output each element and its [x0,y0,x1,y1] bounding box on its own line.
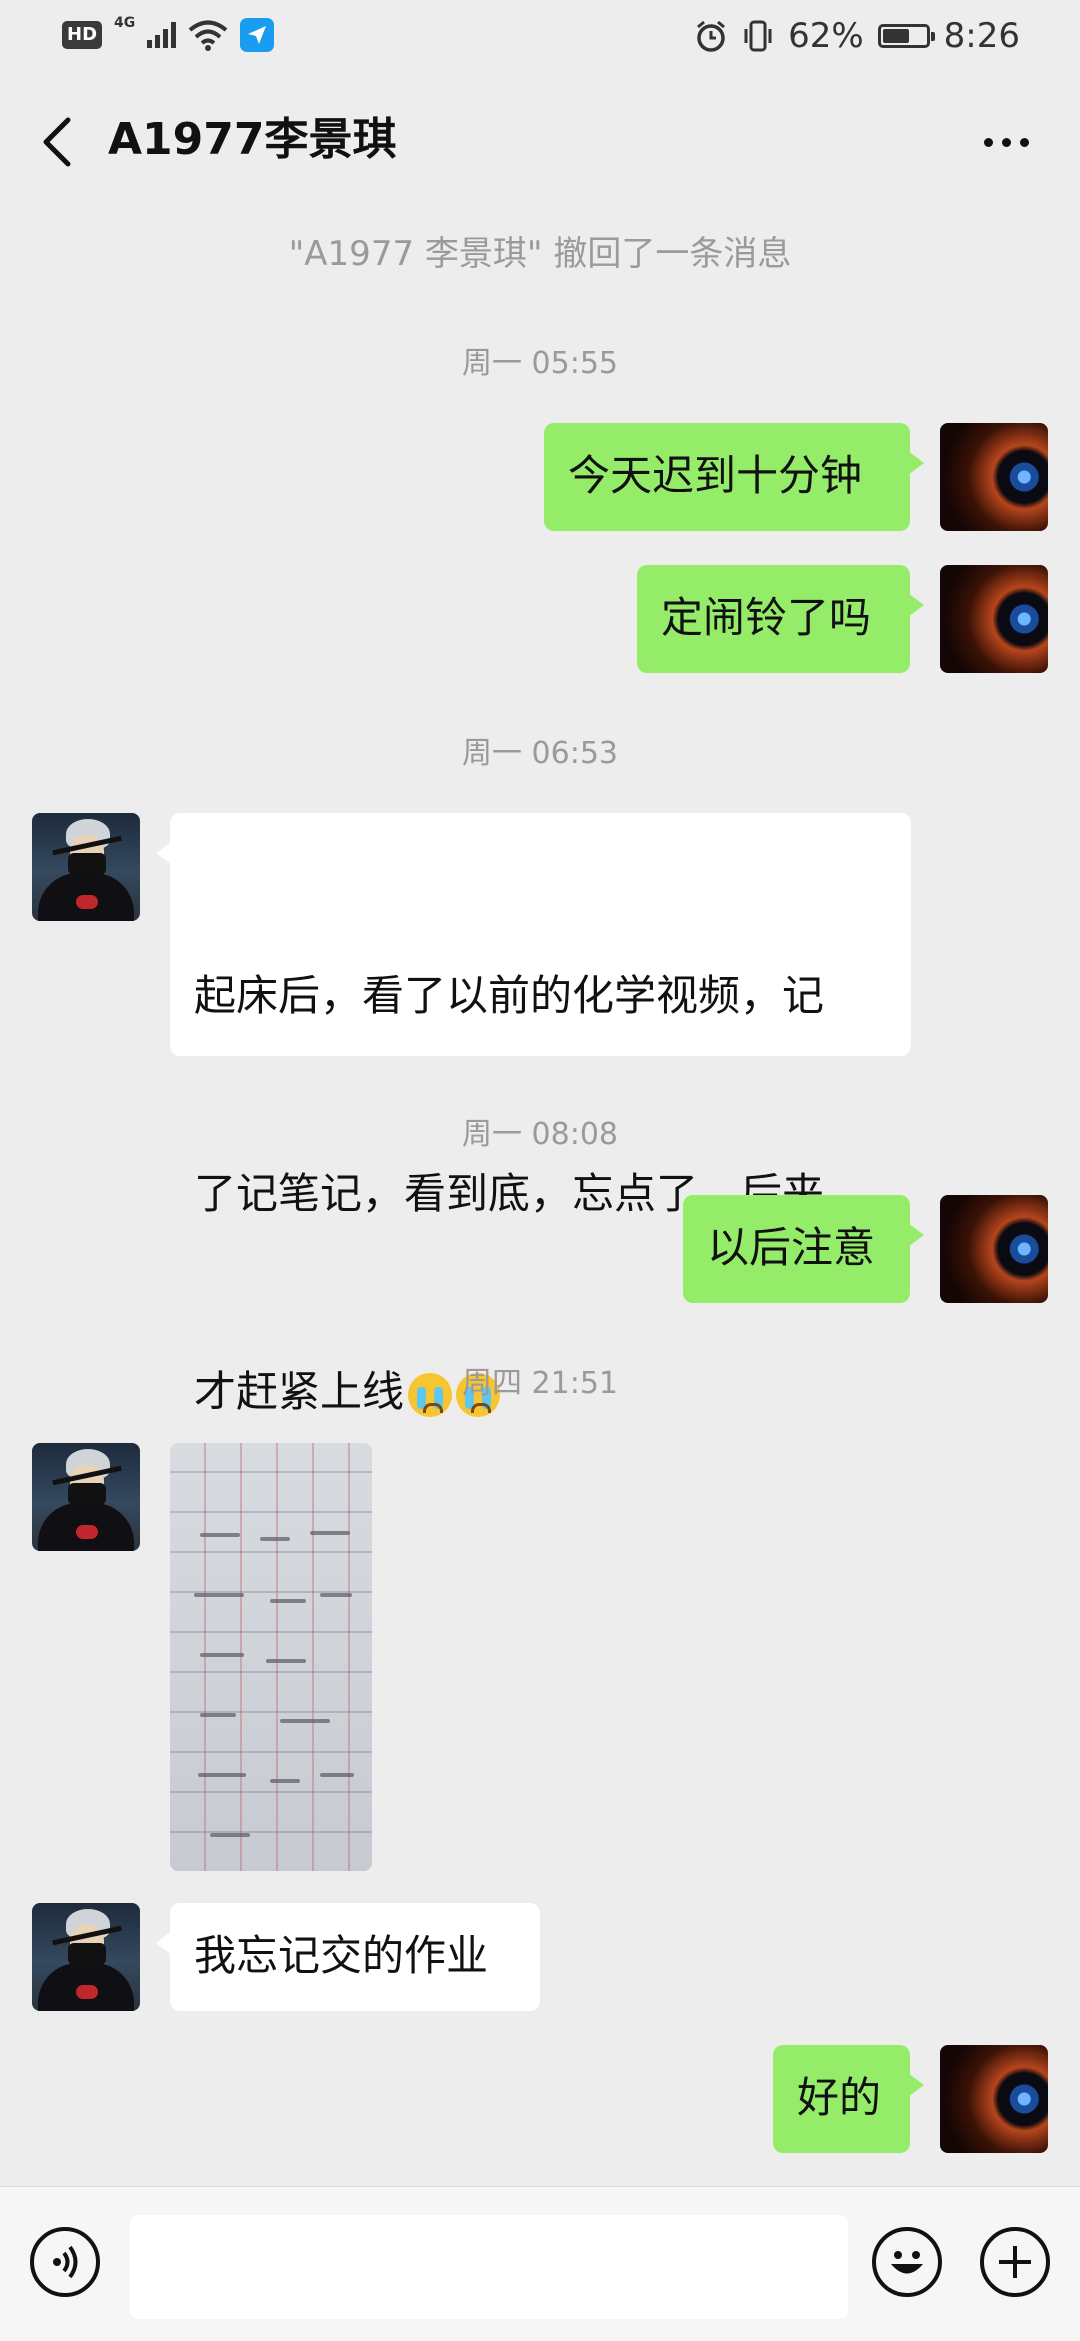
status-right: 62% 8:26 [694,16,1020,56]
message-input[interactable] [130,2215,848,2319]
more-icon[interactable] [976,118,1036,166]
recall-notice: "A1977 李景琪" 撤回了一条消息 [288,234,792,274]
hd-icon: HD [62,21,103,49]
chat-title: A1977李景琪 [108,114,397,165]
image-message[interactable] [170,1443,372,1871]
avatar-contact[interactable] [32,1903,140,2011]
message-bubble-contact[interactable]: 我忘记交的作业 [156,1903,540,2011]
message-bubble-contact[interactable]: 起床后，看了以前的化学视频，记 了记笔记，看到底，忘点了，后来 才赶紧上线 [156,813,911,1417]
avatar-self[interactable] [940,2045,1048,2153]
vibrate-icon [744,20,772,52]
voice-icon[interactable] [30,2227,100,2297]
app-notification-icon [240,18,275,52]
timestamp: 周四 21:51 [462,1366,618,1401]
timestamp: 周一 05:55 [462,346,618,381]
message-line: 起床后，看了以前的化学视频，记 [194,971,825,1020]
network-type: 4G [114,15,136,31]
back-chevron-icon[interactable] [34,112,84,172]
battery-percent: 62% [788,16,864,56]
battery-icon [877,24,935,48]
timestamp: 周一 08:08 [462,1117,618,1152]
status-left: HD 4G [62,15,275,52]
input-bar [0,2186,1080,2341]
avatar-self[interactable] [940,423,1048,531]
message-bubble-self[interactable]: 定闹铃了吗 [637,565,924,673]
avatar-contact[interactable] [32,1443,140,1551]
timestamp: 周一 06:53 [462,736,618,771]
status-bar: HD 4G 62% 8:26 [0,0,1080,76]
plus-icon[interactable] [980,2227,1050,2297]
avatar-self[interactable] [940,1195,1048,1303]
avatar-self[interactable] [940,565,1048,673]
signal-icon [147,22,177,48]
emoji-icon[interactable] [872,2227,942,2297]
message-bubble-self[interactable]: 以后注意 [683,1195,924,1303]
chat-header: A1977李景琪 [0,76,1080,206]
message-bubble-self[interactable]: 好的 [773,2045,924,2153]
message-bubble-self[interactable]: 今天迟到十分钟 [544,423,924,531]
alarm-icon [697,20,726,52]
clock: 8:26 [943,16,1020,56]
wifi-icon [188,20,228,51]
avatar-contact[interactable] [32,813,140,921]
